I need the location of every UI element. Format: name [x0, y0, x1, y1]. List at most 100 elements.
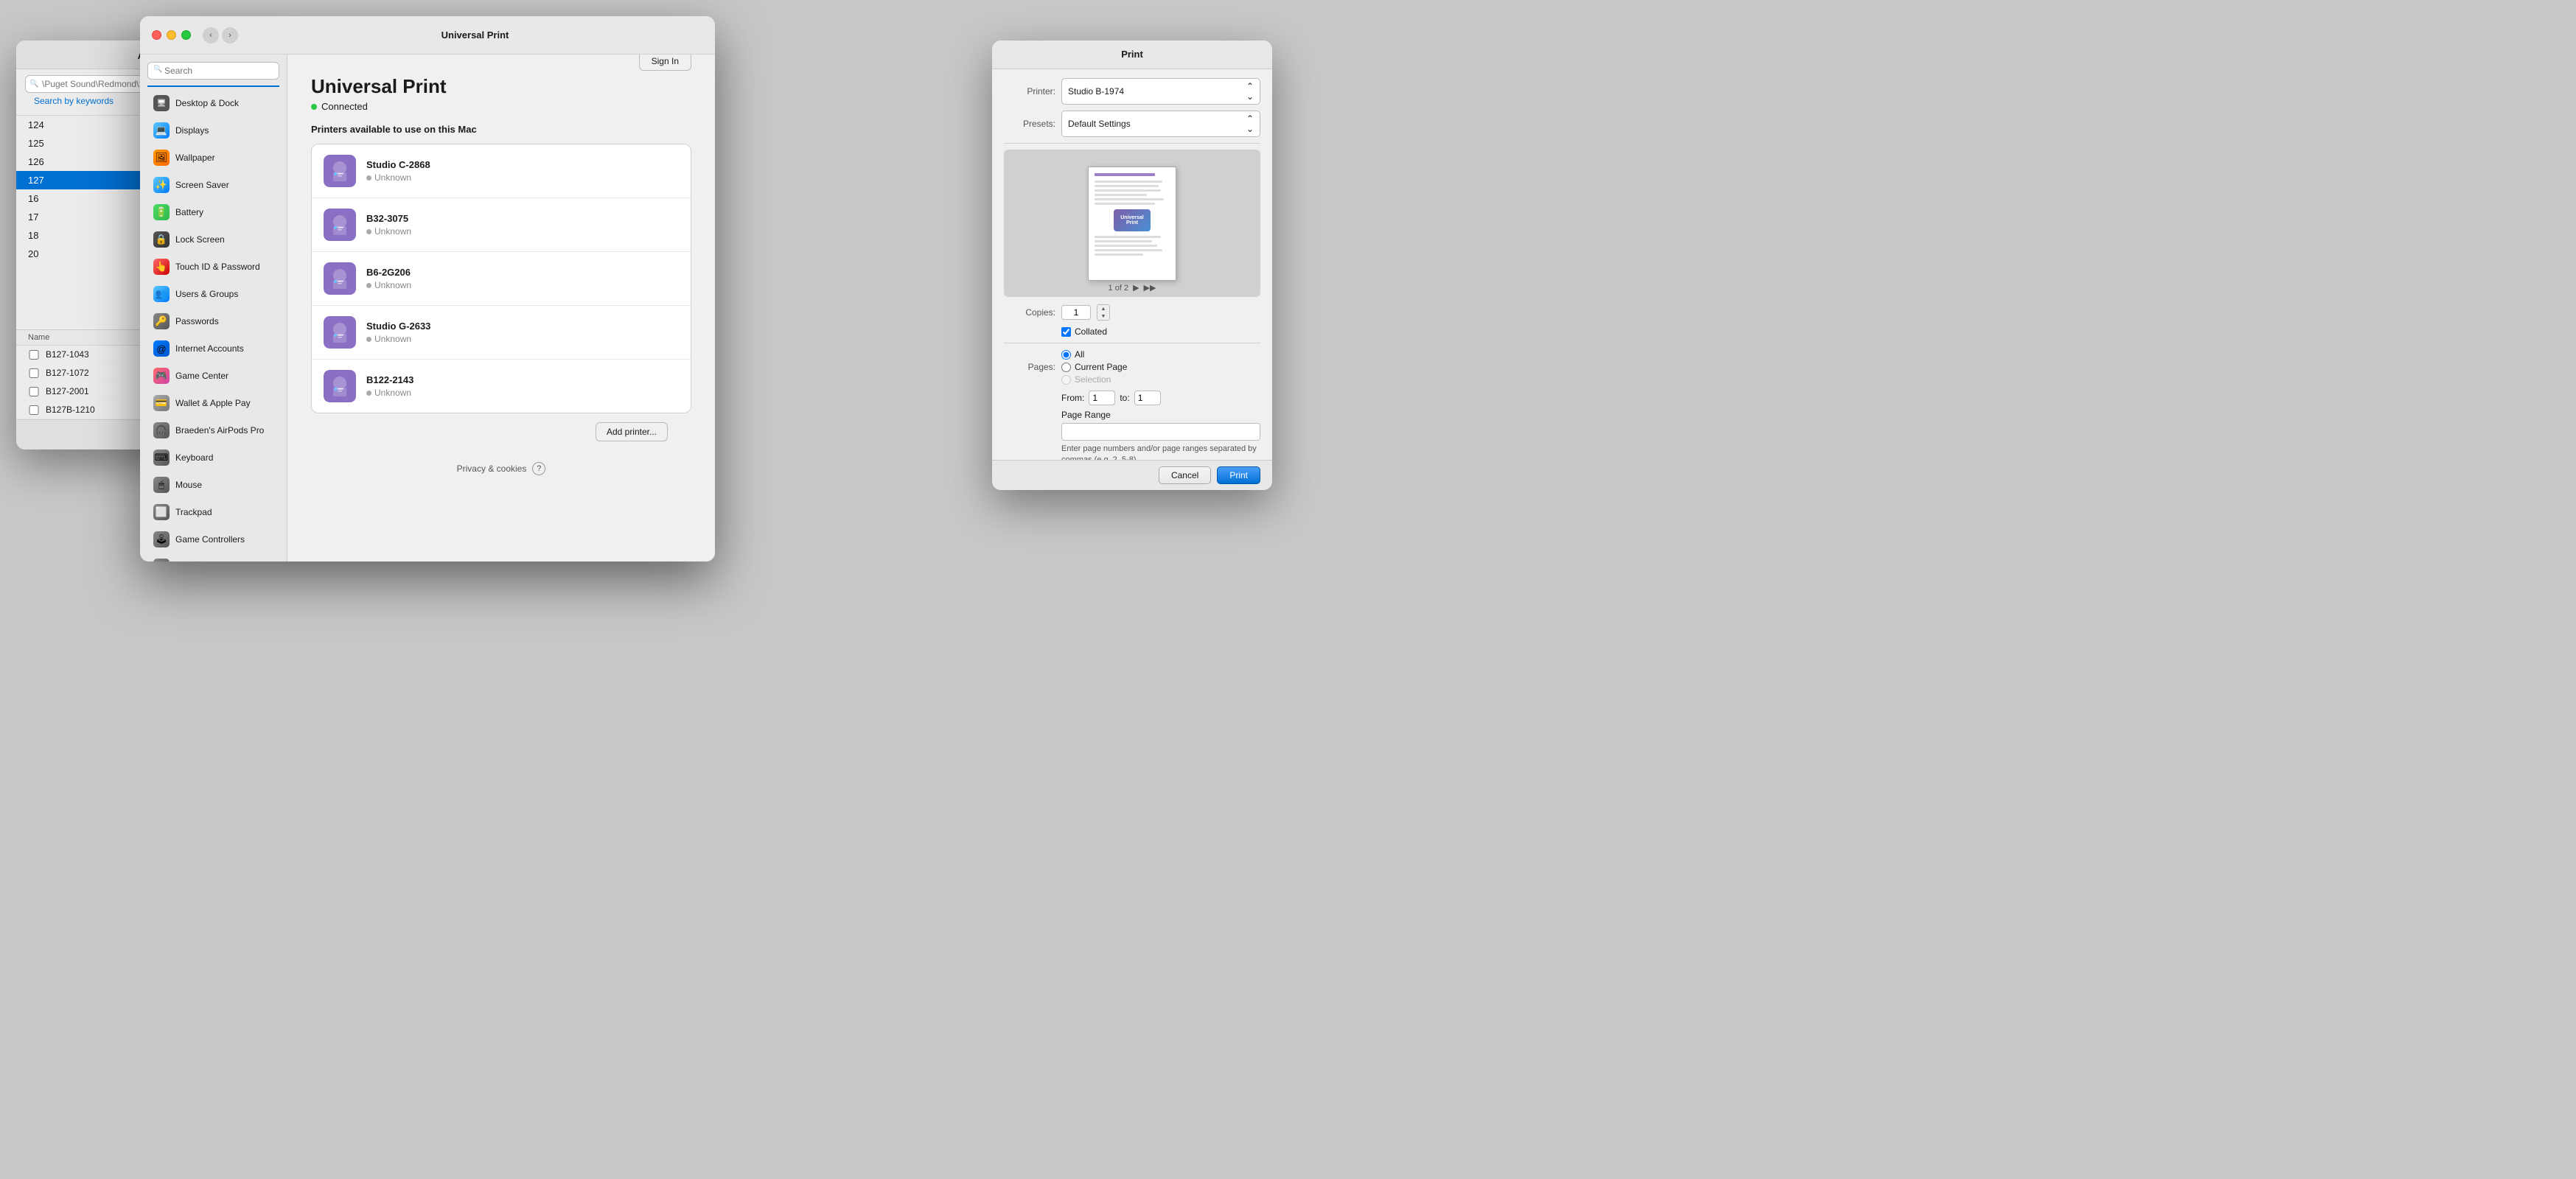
copies-control: ▲ ▼ [1061, 304, 1110, 321]
separator [1004, 143, 1260, 144]
printer-entry[interactable]: B6-2G206 Unknown [312, 252, 691, 306]
sidebar: 🖥 Desktop & Dock 💻 Displays 🖼 Wallpaper … [140, 55, 287, 561]
sidebar-item-users-groups[interactable]: 👥 Users & Groups [144, 281, 282, 307]
copies-decrement[interactable]: ▼ [1097, 312, 1109, 320]
next-page-btn[interactable]: ▶▶ [1144, 283, 1156, 293]
sidebar-item-passwords[interactable]: 🔑 Passwords [144, 308, 282, 335]
printer-select-row: Printer: Studio B-1974 ⌃⌄ [1004, 78, 1260, 105]
printer-checkbox[interactable] [28, 368, 40, 378]
sidebar-item-lock-screen[interactable]: 🔒 Lock Screen [144, 226, 282, 253]
nav-forward-button[interactable]: › [222, 27, 238, 43]
print-dialog-window: Print Printer: Studio B-1974 ⌃⌄ Presets:… [992, 41, 1272, 490]
presets-arrow: ⌃⌄ [1246, 113, 1254, 134]
printer-info: B32-3075 Unknown [366, 213, 679, 237]
sidebar-item-wallet[interactable]: 💳 Wallet & Apple Pay [144, 390, 282, 416]
printer-checkbox[interactable] [28, 405, 40, 415]
printer-name: B6-2G206 [366, 267, 679, 278]
all-pages-label: All [1075, 349, 1084, 360]
selection-radio[interactable] [1061, 375, 1071, 385]
touch-id-icon: 👆 [153, 259, 170, 275]
copies-increment[interactable]: ▲ [1097, 305, 1109, 312]
printer-name: Studio C-2868 [366, 159, 679, 170]
minimize-button[interactable] [167, 30, 176, 40]
printer-entry[interactable]: Studio G-2633 Unknown [312, 306, 691, 360]
sidebar-item-internet-accounts[interactable]: @ Internet Accounts [144, 335, 282, 362]
printer-status: Unknown [366, 388, 679, 398]
selection-row: Selection [1061, 374, 1127, 385]
sidebar-item-mouse[interactable]: 🖱 Mouse [144, 472, 282, 498]
sidebar-label: Users & Groups [175, 289, 238, 299]
printer-name: B32-3075 [366, 213, 679, 224]
printer-entry[interactable]: Studio C-2868 Unknown [312, 144, 691, 198]
sidebar-item-displays[interactable]: 💻 Displays [144, 117, 282, 144]
collated-checkbox-row: Collated [1061, 326, 1107, 337]
printer-name: Studio G-2633 [366, 321, 679, 332]
sidebar-item-game-center[interactable]: 🎮 Game Center [144, 363, 282, 389]
page-range-input[interactable] [1061, 423, 1260, 441]
to-input[interactable] [1134, 391, 1161, 405]
window-title: Universal Print [247, 29, 703, 41]
printer-icon [324, 370, 356, 402]
printer-info: Studio C-2868 Unknown [366, 159, 679, 183]
printer-select[interactable]: Studio B-1974 ⌃⌄ [1061, 78, 1260, 105]
collated-row: Collated [1061, 326, 1260, 337]
copies-row: Copies: ▲ ▼ [1004, 304, 1260, 321]
from-input[interactable] [1089, 391, 1115, 405]
print-titlebar: Print [992, 41, 1272, 69]
sidebar-item-airpods[interactable]: 🎧 Braeden's AirPods Pro [144, 417, 282, 444]
status-indicator [366, 283, 371, 288]
print-button[interactable]: Print [1217, 466, 1260, 484]
close-button[interactable] [152, 30, 161, 40]
sidebar-label: Battery [175, 207, 203, 217]
sign-in-button[interactable]: Sign In [639, 55, 691, 71]
status-text: Unknown [374, 280, 411, 290]
pages-label-row: Pages: All Current Page Selection [1004, 349, 1260, 385]
sidebar-item-game-controllers[interactable]: 🕹 Game Controllers [144, 526, 282, 553]
printer-entry[interactable]: B32-3075 Unknown [312, 198, 691, 252]
nav-back-button[interactable]: ‹ [203, 27, 219, 43]
printer-checkbox[interactable] [28, 387, 40, 396]
trackpad-icon: ⬜ [153, 504, 170, 520]
prev-page-btn[interactable]: ▶ [1133, 283, 1139, 293]
cancel-button[interactable]: Cancel [1159, 466, 1211, 484]
printer-status: Unknown [366, 280, 679, 290]
help-button[interactable]: ? [532, 462, 545, 475]
sidebar-label: Passwords [175, 316, 219, 326]
printers-section: Printers available to use on this Mac [287, 124, 715, 493]
sidebar-item-printers-scanners[interactable]: 🖨 Printers & Scanners [144, 553, 282, 561]
sidebar-label: Keyboard [175, 452, 213, 463]
status-indicator [366, 337, 371, 342]
printer-entry[interactable]: B122-2143 Unknown [312, 360, 691, 413]
sidebar-item-battery[interactable]: 🔋 Battery [144, 199, 282, 225]
all-pages-radio[interactable] [1061, 350, 1071, 360]
pages-label: Pages: [1004, 362, 1055, 372]
footer-row: Privacy & cookies ? [311, 456, 691, 481]
sidebar-item-keyboard[interactable]: ⌨ Keyboard [144, 444, 282, 471]
print-preview-area: UniversalPrint 1 of 2 ▶ ▶▶ [1004, 150, 1260, 297]
printer-checkbox[interactable] [28, 350, 40, 360]
keyboard-icon: ⌨ [153, 449, 170, 466]
sidebar-item-touch-id[interactable]: 👆 Touch ID & Password [144, 253, 282, 280]
add-printer-button[interactable]: Add printer... [596, 422, 668, 441]
search-input[interactable] [147, 62, 279, 80]
collated-checkbox[interactable] [1061, 327, 1071, 337]
current-page-radio[interactable] [1061, 363, 1071, 372]
page-range-label: Page Range [1061, 410, 1260, 420]
desktop-dock-icon: 🖥 [153, 95, 170, 111]
connected-label: Connected [321, 101, 368, 112]
wallet-icon: 💳 [153, 395, 170, 411]
presets-select[interactable]: Default Settings ⌃⌄ [1061, 111, 1260, 137]
privacy-cookies-link[interactable]: Privacy & cookies [457, 463, 527, 474]
copies-stepper: ▲ ▼ [1097, 304, 1110, 321]
printer-status: Unknown [366, 172, 679, 183]
sidebar-item-desktop-dock[interactable]: 🖥 Desktop & Dock [144, 90, 282, 116]
sidebar-label: Screen Saver [175, 180, 229, 190]
sidebar-item-trackpad[interactable]: ⬜ Trackpad [144, 499, 282, 525]
sidebar-item-wallpaper[interactable]: 🖼 Wallpaper [144, 144, 282, 171]
lock-screen-icon: 🔒 [153, 231, 170, 248]
sidebar-item-screen-saver[interactable]: ✨ Screen Saver [144, 172, 282, 198]
status-text: Unknown [374, 226, 411, 237]
printer-select-arrow: ⌃⌄ [1246, 81, 1254, 102]
maximize-button[interactable] [181, 30, 191, 40]
copies-input[interactable] [1061, 305, 1091, 320]
